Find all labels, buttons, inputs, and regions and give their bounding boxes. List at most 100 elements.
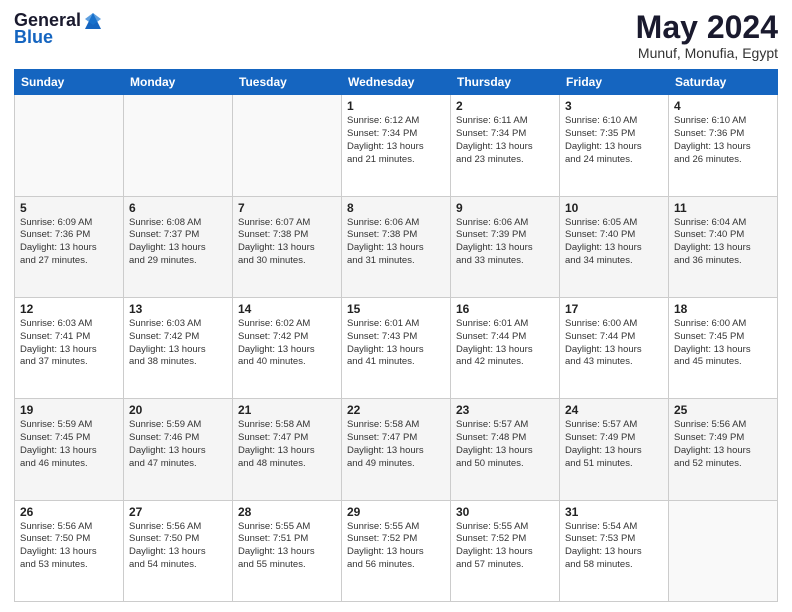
day-number: 31	[565, 505, 663, 519]
column-header-sunday: Sunday	[15, 70, 124, 95]
cell-content: Sunrise: 5:56 AM Sunset: 7:50 PM Dayligh…	[20, 521, 118, 572]
calendar-cell	[124, 95, 233, 196]
calendar-cell: 3 Sunrise: 6:10 AM Sunset: 7:35 PM Daylig…	[560, 95, 669, 196]
logo-blue-text: Blue	[14, 27, 53, 48]
calendar-cell: 18 Sunrise: 6:00 AM Sunset: 7:45 PM Dayli…	[669, 297, 778, 398]
calendar-cell: 21 Sunrise: 5:58 AM Sunset: 7:47 PM Dayli…	[233, 399, 342, 500]
day-number: 16	[456, 302, 554, 316]
calendar-cell: 12 Sunrise: 6:03 AM Sunset: 7:41 PM Dayli…	[15, 297, 124, 398]
day-number: 24	[565, 403, 663, 417]
day-number: 26	[20, 505, 118, 519]
calendar-cell: 7Sunrise: 6:07 AM Sunset: 7:38 PM Daylig…	[233, 196, 342, 297]
cell-content: Sunrise: 6:09 AM Sunset: 7:36 PM Dayligh…	[20, 217, 118, 268]
column-header-friday: Friday	[560, 70, 669, 95]
page-container: General Blue May 2024 Munuf, Monufia, Eg…	[0, 0, 792, 612]
cell-content: Sunrise: 6:01 AM Sunset: 7:44 PM Dayligh…	[456, 318, 554, 369]
cell-content: Sunrise: 6:06 AM Sunset: 7:38 PM Dayligh…	[347, 217, 445, 268]
calendar-week-1: 1Sunrise: 6:12 AM Sunset: 7:34 PM Daylig…	[15, 95, 778, 196]
column-header-saturday: Saturday	[669, 70, 778, 95]
cell-content: Sunrise: 5:55 AM Sunset: 7:52 PM Dayligh…	[456, 521, 554, 572]
cell-content: Sunrise: 5:56 AM Sunset: 7:50 PM Dayligh…	[129, 521, 227, 572]
day-number: 12	[20, 302, 118, 316]
calendar-table: SundayMondayTuesdayWednesdayThursdayFrid…	[14, 69, 778, 602]
day-number: 21	[238, 403, 336, 417]
calendar-cell: 19 Sunrise: 5:59 AM Sunset: 7:45 PM Dayli…	[15, 399, 124, 500]
calendar-cell: 27Sunrise: 5:56 AM Sunset: 7:50 PM Dayli…	[124, 500, 233, 601]
cell-content: Sunrise: 5:55 AM Sunset: 7:52 PM Dayligh…	[347, 521, 445, 572]
cell-content: Sunrise: 6:04 AM Sunset: 7:40 PM Dayligh…	[674, 217, 772, 268]
day-number: 11	[674, 201, 772, 215]
calendar-cell: 8 Sunrise: 6:06 AM Sunset: 7:38 PM Daylig…	[342, 196, 451, 297]
day-number: 8	[347, 201, 445, 215]
cell-content: Sunrise: 5:57 AM Sunset: 7:49 PM Dayligh…	[565, 419, 663, 470]
day-number: 9	[456, 201, 554, 215]
cell-content: Sunrise: 5:55 AM Sunset: 7:51 PM Dayligh…	[238, 521, 336, 572]
day-number: 22	[347, 403, 445, 417]
cell-content: Sunrise: 5:58 AM Sunset: 7:47 PM Dayligh…	[347, 419, 445, 470]
logo: General Blue	[14, 10, 103, 48]
calendar-cell: 26 Sunrise: 5:56 AM Sunset: 7:50 PM Dayli…	[15, 500, 124, 601]
cell-content: Sunrise: 5:58 AM Sunset: 7:47 PM Dayligh…	[238, 419, 336, 470]
column-header-tuesday: Tuesday	[233, 70, 342, 95]
cell-content: Sunrise: 6:00 AM Sunset: 7:45 PM Dayligh…	[674, 318, 772, 369]
day-number: 10	[565, 201, 663, 215]
day-number: 20	[129, 403, 227, 417]
day-number: 14	[238, 302, 336, 316]
location-text: Munuf, Monufia, Egypt	[636, 45, 778, 61]
calendar-week-3: 12 Sunrise: 6:03 AM Sunset: 7:41 PM Dayli…	[15, 297, 778, 398]
cell-content: Sunrise: 5:56 AM Sunset: 7:49 PM Dayligh…	[674, 419, 772, 470]
calendar-week-5: 26 Sunrise: 5:56 AM Sunset: 7:50 PM Dayli…	[15, 500, 778, 601]
calendar-week-2: 5 Sunrise: 6:09 AM Sunset: 7:36 PM Daylig…	[15, 196, 778, 297]
column-header-thursday: Thursday	[451, 70, 560, 95]
month-title: May 2024	[636, 10, 778, 45]
day-number: 25	[674, 403, 772, 417]
calendar-cell: 24 Sunrise: 5:57 AM Sunset: 7:49 PM Dayli…	[560, 399, 669, 500]
calendar-cell: 5 Sunrise: 6:09 AM Sunset: 7:36 PM Daylig…	[15, 196, 124, 297]
cell-content: Sunrise: 6:06 AM Sunset: 7:39 PM Dayligh…	[456, 217, 554, 268]
cell-content: Sunrise: 5:59 AM Sunset: 7:45 PM Dayligh…	[20, 419, 118, 470]
day-number: 3	[565, 99, 663, 113]
day-number: 15	[347, 302, 445, 316]
day-number: 30	[456, 505, 554, 519]
calendar-cell: 31 Sunrise: 5:54 AM Sunset: 7:53 PM Dayli…	[560, 500, 669, 601]
calendar-cell: 2 Sunrise: 6:11 AM Sunset: 7:34 PM Daylig…	[451, 95, 560, 196]
calendar-cell: 13 Sunrise: 6:03 AM Sunset: 7:42 PM Dayli…	[124, 297, 233, 398]
calendar-cell: 28 Sunrise: 5:55 AM Sunset: 7:51 PM Dayli…	[233, 500, 342, 601]
cell-content: Sunrise: 5:54 AM Sunset: 7:53 PM Dayligh…	[565, 521, 663, 572]
cell-content: Sunrise: 5:57 AM Sunset: 7:48 PM Dayligh…	[456, 419, 554, 470]
cell-content: Sunrise: 6:03 AM Sunset: 7:41 PM Dayligh…	[20, 318, 118, 369]
calendar-cell: 23 Sunrise: 5:57 AM Sunset: 7:48 PM Dayli…	[451, 399, 560, 500]
day-number: 6	[129, 201, 227, 215]
calendar-cell: 11 Sunrise: 6:04 AM Sunset: 7:40 PM Dayli…	[669, 196, 778, 297]
day-number: 5	[20, 201, 118, 215]
column-header-wednesday: Wednesday	[342, 70, 451, 95]
calendar-cell: 9 Sunrise: 6:06 AM Sunset: 7:39 PM Daylig…	[451, 196, 560, 297]
cell-content: Sunrise: 6:10 AM Sunset: 7:35 PM Dayligh…	[565, 115, 663, 166]
calendar-cell: 16 Sunrise: 6:01 AM Sunset: 7:44 PM Dayli…	[451, 297, 560, 398]
calendar-cell	[669, 500, 778, 601]
cell-content: Sunrise: 6:08 AM Sunset: 7:37 PM Dayligh…	[129, 217, 227, 268]
calendar-cell: 6 Sunrise: 6:08 AM Sunset: 7:37 PM Daylig…	[124, 196, 233, 297]
cell-content: Sunrise: 6:02 AM Sunset: 7:42 PM Dayligh…	[238, 318, 336, 369]
calendar-cell: 30 Sunrise: 5:55 AM Sunset: 7:52 PM Dayli…	[451, 500, 560, 601]
cell-content: Sunrise: 6:10 AM Sunset: 7:36 PM Dayligh…	[674, 115, 772, 166]
day-number: 17	[565, 302, 663, 316]
calendar-cell	[233, 95, 342, 196]
cell-content: Sunrise: 6:01 AM Sunset: 7:43 PM Dayligh…	[347, 318, 445, 369]
logo-icon	[83, 11, 103, 31]
day-number: 13	[129, 302, 227, 316]
day-number: 2	[456, 99, 554, 113]
day-number: 28	[238, 505, 336, 519]
calendar-cell: 4 Sunrise: 6:10 AM Sunset: 7:36 PM Daylig…	[669, 95, 778, 196]
calendar-cell: 1Sunrise: 6:12 AM Sunset: 7:34 PM Daylig…	[342, 95, 451, 196]
cell-content: Sunrise: 6:11 AM Sunset: 7:34 PM Dayligh…	[456, 115, 554, 166]
cell-content: Sunrise: 6:03 AM Sunset: 7:42 PM Dayligh…	[129, 318, 227, 369]
day-number: 7	[238, 201, 336, 215]
day-number: 4	[674, 99, 772, 113]
page-header: General Blue May 2024 Munuf, Monufia, Eg…	[14, 10, 778, 61]
cell-content: Sunrise: 6:00 AM Sunset: 7:44 PM Dayligh…	[565, 318, 663, 369]
day-number: 19	[20, 403, 118, 417]
calendar-cell: 22 Sunrise: 5:58 AM Sunset: 7:47 PM Dayli…	[342, 399, 451, 500]
day-number: 18	[674, 302, 772, 316]
day-number: 23	[456, 403, 554, 417]
